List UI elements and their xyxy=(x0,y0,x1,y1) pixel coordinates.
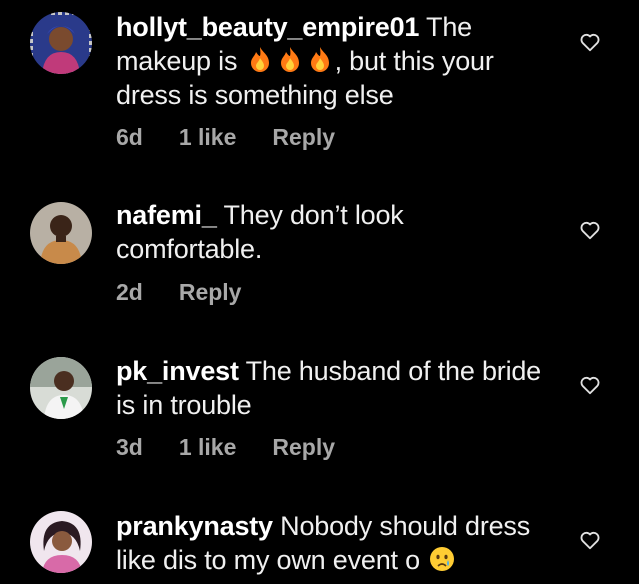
fire-emoji xyxy=(280,47,299,72)
likes-count[interactable]: 1 like xyxy=(179,124,237,151)
reply-button[interactable]: Reply xyxy=(272,124,335,151)
reply-button[interactable]: Reply xyxy=(179,279,242,306)
comment-text: nafemi_ They don’t look comfortable. xyxy=(116,200,404,264)
heart-outline-icon[interactable] xyxy=(579,529,601,551)
comment-time: 2d xyxy=(116,279,143,305)
heart-outline-icon[interactable] xyxy=(579,374,601,396)
comment-meta: 6d 1 like Reply xyxy=(116,124,371,151)
reply-button[interactable]: Reply xyxy=(272,434,335,461)
heart-outline-icon[interactable] xyxy=(579,219,601,241)
comment-time: 3d xyxy=(116,434,143,460)
avatar[interactable] xyxy=(30,12,92,74)
comment-time: 6d xyxy=(116,124,143,150)
avatar[interactable] xyxy=(30,511,92,573)
comment-meta: 3d 1 like Reply xyxy=(116,434,371,461)
comment-username[interactable]: nafemi_ xyxy=(116,200,217,230)
comment-text: prankynasty Nobody should dress like dis… xyxy=(116,511,531,575)
fire-emoji xyxy=(250,47,269,72)
comment-text: pk_invest The husband of the bride is in… xyxy=(116,356,541,420)
fire-emoji xyxy=(310,47,329,72)
comment-username[interactable]: hollyt_beauty_empire01 xyxy=(116,12,419,42)
crying-face-emoji xyxy=(430,547,455,571)
comment-username[interactable]: pk_invest xyxy=(116,356,239,386)
comment-meta: 2d Reply xyxy=(116,279,277,306)
avatar[interactable] xyxy=(30,357,92,419)
comment-text: hollyt_beauty_empire01 The makeup is , b… xyxy=(116,12,494,110)
likes-count[interactable]: 1 like xyxy=(179,434,237,461)
comment-username[interactable]: prankynasty xyxy=(116,511,273,541)
avatar[interactable] xyxy=(30,202,92,264)
heart-outline-icon[interactable] xyxy=(579,31,601,53)
